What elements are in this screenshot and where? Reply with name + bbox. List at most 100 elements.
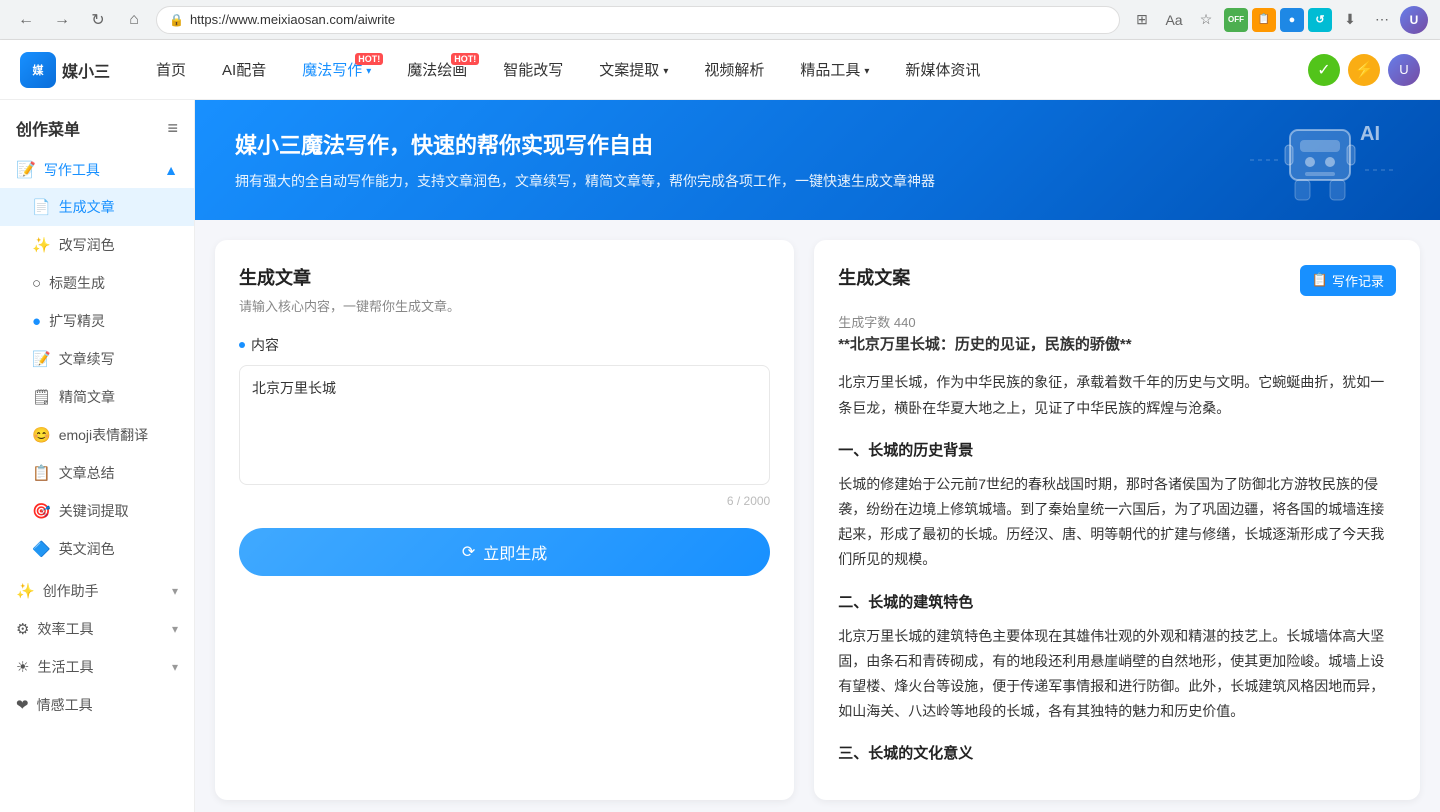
- expand-label: 扩写精灵: [49, 311, 105, 331]
- nav-green-icon[interactable]: ✓: [1308, 54, 1340, 86]
- expand-icon: ●: [32, 313, 41, 330]
- sidebar-section-writing-header[interactable]: 📝 写作工具 ▲: [0, 152, 194, 188]
- address-bar[interactable]: 🔒 https://www.meixiaosan.com/aiwrite: [156, 6, 1120, 34]
- summary-label: 文章总结: [59, 463, 115, 483]
- char-separator: /: [737, 494, 744, 508]
- nav-smart-rewrite[interactable]: 智能改写: [487, 51, 579, 88]
- create-assistant-label: 创作助手: [43, 581, 99, 601]
- nav-copy-extract[interactable]: 文案提取: [583, 51, 684, 88]
- lock-icon: 🔒: [169, 13, 184, 27]
- sidebar: 创作菜单 ≡ 📝 写作工具 ▲ 📄 生成文章 ✨ 改写润色 ○ 标: [0, 100, 195, 812]
- life-tools-arrow: ▾: [172, 660, 178, 674]
- content-heading-2: 二、长城的建筑特色: [838, 589, 1396, 616]
- writing-tools-icon: 📝: [16, 160, 36, 180]
- banner-subtitle: 拥有强大的全自动写作能力，支持文章润色，文章续写，精简文章等，帮你完成各项工作，…: [235, 170, 935, 192]
- sidebar-item-continue[interactable]: 📝 文章续写: [0, 340, 194, 378]
- nav-video-analysis-label: 视频解析: [704, 59, 764, 80]
- efficiency-tools-label: 效率工具: [37, 619, 93, 639]
- banner-text: 媒小三魔法写作，快速的帮你实现写作自由 拥有强大的全自动写作能力，支持文章润色，…: [235, 128, 935, 192]
- sidebar-efficiency-tools[interactable]: ⚙ 效率工具 ▾: [0, 610, 194, 648]
- sidebar-item-title-gen[interactable]: ○ 标题生成: [0, 264, 194, 302]
- url-text: https://www.meixiaosan.com/aiwrite: [190, 12, 395, 27]
- content-para-1: 北京万里长城，作为中华民族的象征，承载着数千年的历史与文明。它蜿蜒曲折，犹如一条…: [838, 370, 1396, 420]
- sidebar-item-keyword[interactable]: 🎯 关键词提取: [0, 492, 194, 530]
- sidebar-item-rewrite[interactable]: ✨ 改写润色: [0, 226, 194, 264]
- writing-tools-chevron: ▲: [164, 162, 178, 178]
- nav-user-avatar[interactable]: U: [1388, 54, 1420, 86]
- content-heading-3: 三、长城的文化意义: [838, 740, 1396, 767]
- nav-smart-rewrite-label: 智能改写: [503, 59, 563, 80]
- sidebar-item-simplify[interactable]: 🗒 精简文章: [0, 378, 194, 416]
- emotion-tools-icon: ❤: [16, 696, 29, 714]
- chevron-down-tools-icon: [864, 61, 869, 78]
- word-count-number: 440: [894, 315, 916, 330]
- efficiency-tools-arrow: ▾: [172, 622, 178, 636]
- more-icon[interactable]: ⋯: [1368, 6, 1396, 34]
- nav-right: ✓ ⚡ U: [1308, 54, 1420, 86]
- sidebar-item-expand[interactable]: ● 扩写精灵: [0, 302, 194, 340]
- title-gen-icon: ○: [32, 275, 41, 292]
- content-heading-1: 一、长城的历史背景: [838, 437, 1396, 464]
- continue-label: 文章续写: [59, 349, 115, 369]
- favorite-icon[interactable]: ☆: [1192, 6, 1220, 34]
- ext-blue-icon[interactable]: ●: [1280, 8, 1304, 32]
- svg-text:AI: AI: [1360, 123, 1380, 145]
- sidebar-item-summary[interactable]: 📋 文章总结: [0, 454, 194, 492]
- nav-media-news[interactable]: 新媒体资讯: [889, 51, 996, 88]
- sidebar-item-generate-article[interactable]: 📄 生成文章: [0, 188, 194, 226]
- content-input[interactable]: 北京万里长城: [239, 365, 770, 485]
- sidebar-life-tools[interactable]: ☀ 生活工具 ▾: [0, 648, 194, 686]
- nav-home-label: 首页: [156, 59, 186, 80]
- banner-graphic: AI: [1240, 110, 1400, 213]
- nav-media-news-label: 新媒体资讯: [905, 59, 980, 80]
- main-layout: 创作菜单 ≡ 📝 写作工具 ▲ 📄 生成文章 ✨ 改写润色 ○ 标: [0, 100, 1440, 812]
- card-generate-article: 生成文章 请输入核心内容，一键帮你生成文章。 内容 北京万里长城 6 / 200…: [215, 240, 794, 800]
- hot-badge-magic-paint: HOT!: [451, 53, 479, 65]
- nav-video-analysis[interactable]: 视频解析: [688, 51, 780, 88]
- nav-ai-dubbing[interactable]: AI配音: [206, 51, 282, 88]
- content-label-text: 内容: [251, 335, 279, 355]
- nav-copy-extract-label: 文案提取: [599, 59, 659, 80]
- rewrite-label: 改写润色: [59, 235, 115, 255]
- nav-magic-paint[interactable]: 魔法绘画 HOT!: [391, 51, 483, 88]
- sidebar-menu-icon[interactable]: ≡: [167, 118, 178, 139]
- keyword-icon: 🎯: [32, 502, 51, 520]
- ext-copy-icon[interactable]: 📋: [1252, 8, 1276, 32]
- ext-refresh-icon[interactable]: ↺: [1308, 8, 1332, 32]
- sidebar-create-assistant[interactable]: ✨ 创作助手 ▾: [0, 572, 194, 610]
- banner: 媒小三魔法写作，快速的帮你实现写作自由 拥有强大的全自动写作能力，支持文章润色，…: [195, 100, 1440, 220]
- write-record-button[interactable]: 📋 写作记录: [1300, 265, 1396, 296]
- back-button[interactable]: ←: [12, 6, 40, 34]
- ext-off-icon[interactable]: OFF: [1224, 8, 1248, 32]
- emotion-tools-label: 情感工具: [37, 695, 93, 715]
- site-logo[interactable]: 媒 媒小三: [20, 52, 110, 88]
- emoji-icon: 😊: [32, 426, 51, 444]
- browser-avatar[interactable]: U: [1400, 6, 1428, 34]
- nav-premium-tools[interactable]: 精品工具: [784, 51, 885, 88]
- sidebar-item-emoji[interactable]: 😊 emoji表情翻译: [0, 416, 194, 454]
- nav-yellow-icon[interactable]: ⚡: [1348, 54, 1380, 86]
- chevron-down-copy-icon: [663, 61, 668, 78]
- sidebar-emotion-tools[interactable]: ❤ 情感工具: [0, 686, 194, 724]
- word-count-text: 生成字数: [838, 315, 890, 330]
- nav-magic-write[interactable]: 魔法写作 HOT!: [286, 51, 387, 88]
- content-area: 媒小三魔法写作，快速的帮你实现写作自由 拥有强大的全自动写作能力，支持文章润色，…: [195, 100, 1440, 812]
- create-assistant-icon: ✨: [16, 582, 35, 600]
- sidebar-item-english[interactable]: 🔷 英文润色: [0, 530, 194, 568]
- record-btn-label: 写作记录: [1332, 271, 1384, 290]
- nav-ai-dubbing-label: AI配音: [222, 59, 266, 80]
- read-mode-icon[interactable]: Aa: [1160, 6, 1188, 34]
- life-tools-label: 生活工具: [37, 657, 93, 677]
- home-button[interactable]: ⌂: [120, 6, 148, 34]
- banner-robot-svg: AI: [1240, 110, 1400, 210]
- card-generated-content: 生成文案 📋 写作记录 生成字数 440 **北京万里长城：历史的见证，民族的骄…: [814, 240, 1420, 800]
- create-assistant-arrow: ▾: [172, 584, 178, 598]
- continue-icon: 📝: [32, 350, 51, 368]
- forward-button[interactable]: →: [48, 6, 76, 34]
- sidebar-title: 创作菜单: [16, 116, 80, 140]
- nav-home[interactable]: 首页: [140, 51, 202, 88]
- download-icon[interactable]: ⬇: [1336, 6, 1364, 34]
- generate-button[interactable]: ⟳ 立即生成: [239, 528, 770, 576]
- tab-manager-icon[interactable]: ⊞: [1128, 6, 1156, 34]
- refresh-button[interactable]: ↻: [84, 6, 112, 34]
